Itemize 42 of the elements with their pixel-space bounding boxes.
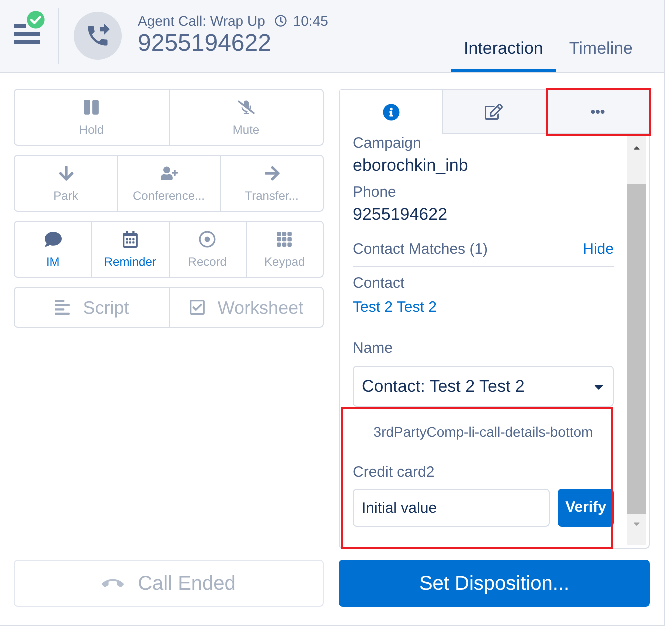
hide-link[interactable]: Hide [583,240,614,260]
checkbox-icon [188,299,206,316]
text-lines-icon [54,299,72,316]
credit-card-field[interactable]: Initial value [353,489,550,527]
component-title: 3rdPartyComp-li-call-details-bottom [374,423,594,442]
menu-button[interactable] [14,11,45,46]
field-value: eborochkin_inb [353,155,470,177]
verify-button[interactable]: Verify [558,489,614,527]
menu-with-check-icon [14,11,45,46]
set-disposition-button[interactable]: Set Disposition... [339,560,650,607]
field-value: 9255194622 [353,204,449,226]
keypad-icon [276,231,294,248]
phone-avatar-icon [74,12,122,60]
muted-microphone-icon [238,99,255,116]
select-value: Contact: Test 2 Test 2 [362,376,525,398]
reminder-button[interactable]: Reminder [91,222,168,277]
header-tab[interactable]: Timeline [556,38,646,72]
header-tab[interactable]: Interaction [451,38,556,72]
down-arrow-icon [58,165,74,182]
scrollbar-thumb[interactable] [627,184,646,514]
caller-number: 9255194622 [138,30,272,58]
right-arrow-icon [264,165,280,182]
contact-link[interactable]: Test 2 Test 2 [353,298,437,318]
speech-bubble-icon [44,231,62,248]
panel-tab[interactable] [442,90,546,134]
field-label: Credit card2 [353,463,436,483]
section-title: Contact Matches (1) [353,240,488,260]
add-person-icon [160,165,178,182]
record-icon [199,231,216,248]
name-select[interactable]: Contact: Test 2 Test 2 [353,366,614,407]
calendar-icon [122,231,139,248]
im-button[interactable]: IM [15,222,92,277]
field-label: Phone [353,183,398,203]
info-icon [382,104,400,120]
field-label: Contact [353,274,406,294]
edit-icon [485,104,504,120]
pause-icon [83,99,100,116]
clock-icon [275,15,288,27]
call-status: Agent Call: Wrap Up [138,12,266,30]
field-label: Name [353,339,394,359]
field-label: Campaign [353,134,422,154]
call-time: 10:45 [293,12,328,30]
